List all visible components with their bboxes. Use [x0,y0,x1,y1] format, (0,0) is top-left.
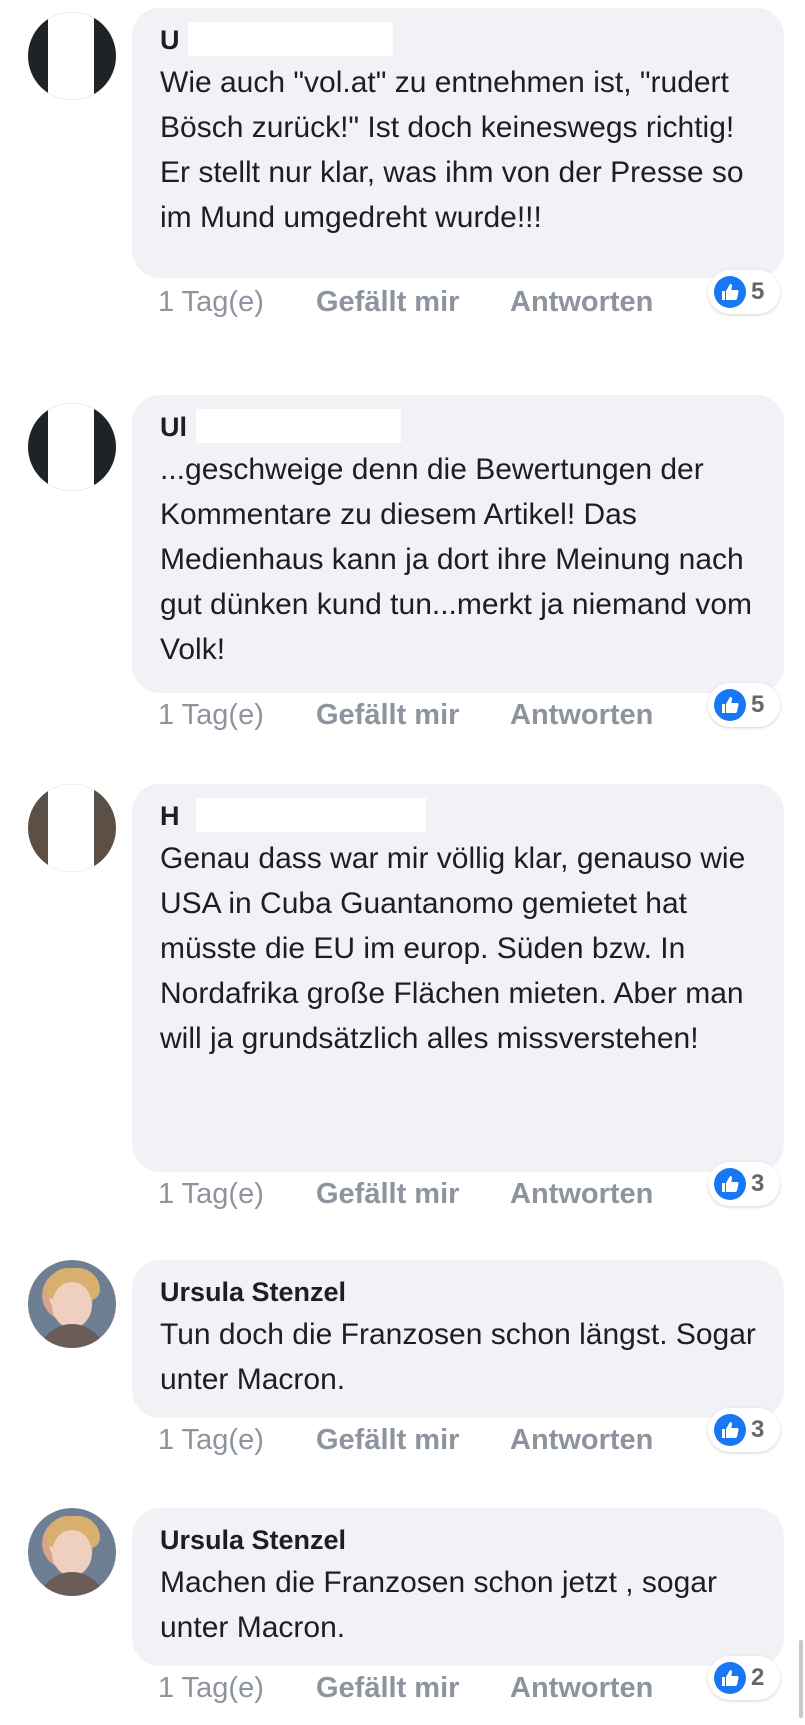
avatar[interactable] [28,403,116,491]
like-button[interactable]: Gefällt mir [316,1670,459,1706]
reply-button[interactable]: Antworten [510,1670,653,1706]
comment-author[interactable]: Ursula Stenzel [160,1274,756,1310]
redaction-block [48,784,94,872]
comment-timestamp[interactable]: 1 Tag(e) [158,697,264,733]
comment-text: Machen die Franzosen schon jetzt , sogar… [160,1566,717,1644]
like-icon [714,276,746,308]
avatar[interactable] [28,12,116,100]
avatar-face [52,1530,92,1576]
comment-bubble: Ul ...geschweige denn die Bewertungen de… [132,395,784,693]
comment-text: Genau dass war mir völlig klar, genauso … [160,842,746,1055]
like-button[interactable]: Gefällt mir [316,697,459,733]
comment-bubble: U Wie auch "vol.at" zu entnehmen ist, "r… [132,8,784,278]
reply-button[interactable]: Antworten [510,1176,653,1212]
avatar[interactable] [28,1508,116,1596]
reaction-number: 3 [751,1416,765,1443]
comment-author[interactable]: U [160,22,756,58]
comment-bubble: H Genau dass war mir völlig klar, genaus… [132,784,784,1172]
comment-bubble: Ursula Stenzel Machen die Franzosen scho… [132,1508,784,1666]
comment-text: Wie auch "vol.at" zu entnehmen ist, "rud… [160,66,744,234]
reaction-number: 5 [751,278,765,305]
comment-timestamp[interactable]: 1 Tag(e) [158,1422,264,1458]
like-button[interactable]: Gefällt mir [316,1176,459,1212]
comment-text: Tun doch die Franzosen schon längst. Sog… [160,1318,756,1396]
redaction-block [48,12,94,100]
like-icon [714,1168,746,1200]
comment-author[interactable]: Ul [160,409,756,445]
reaction-count[interactable]: 3 [708,1408,780,1452]
reaction-number: 5 [751,691,765,718]
comment-bubble: Ursula Stenzel Tun doch die Franzosen sc… [132,1260,784,1418]
scrollbar[interactable] [799,1640,803,1718]
comment-timestamp[interactable]: 1 Tag(e) [158,284,264,320]
like-icon [714,689,746,721]
reaction-count[interactable]: 3 [708,1162,780,1206]
avatar-face [52,1282,92,1328]
like-icon [714,1662,746,1694]
redaction-block [196,409,401,443]
avatar[interactable] [28,1260,116,1348]
avatar[interactable] [28,784,116,872]
reply-button[interactable]: Antworten [510,1422,653,1458]
reaction-number: 2 [751,1664,765,1691]
like-button[interactable]: Gefällt mir [316,1422,459,1458]
reaction-count[interactable]: 2 [708,1656,780,1700]
comment-author[interactable]: H [160,798,756,834]
reaction-count[interactable]: 5 [708,270,780,314]
like-button[interactable]: Gefällt mir [316,284,459,320]
reaction-count[interactable]: 5 [708,683,780,727]
avatar-body [38,1324,106,1348]
comment-text: ...geschweige denn die Bewertungen der K… [160,453,753,666]
like-icon [714,1414,746,1446]
reply-button[interactable]: Antworten [510,697,653,733]
redaction-block [188,22,393,56]
comment-author[interactable]: Ursula Stenzel [160,1522,756,1558]
reaction-number: 3 [751,1170,765,1197]
comment-timestamp[interactable]: 1 Tag(e) [158,1176,264,1212]
reply-button[interactable]: Antworten [510,284,653,320]
avatar-body [38,1572,106,1596]
comment-timestamp[interactable]: 1 Tag(e) [158,1670,264,1706]
redaction-block [48,403,94,491]
redaction-block [196,798,426,832]
